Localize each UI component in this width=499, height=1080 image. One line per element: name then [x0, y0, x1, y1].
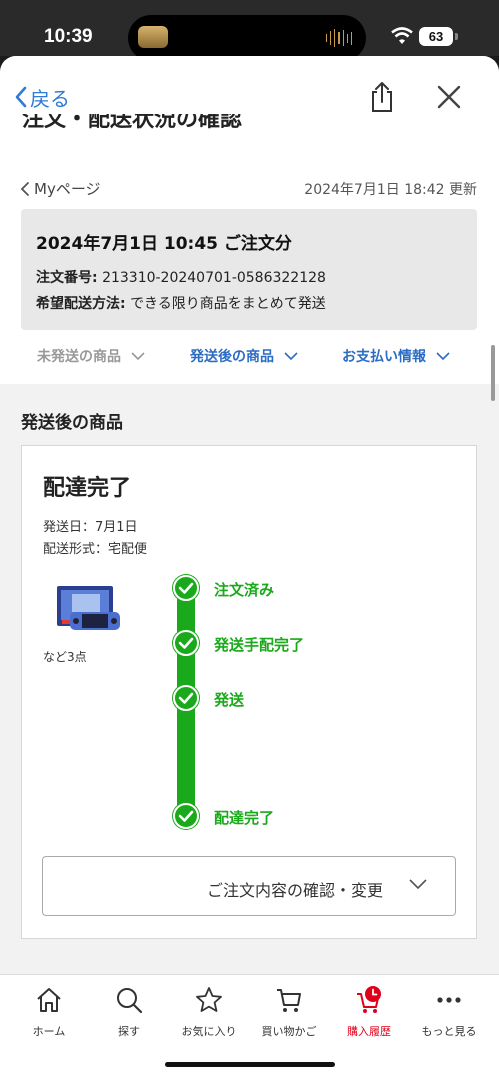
status-bar: 10:39 63 [0, 0, 499, 61]
tab-unshipped[interactable]: 未発送の商品 [37, 346, 145, 366]
tabbar-search[interactable]: 探す [89, 985, 169, 1039]
order-number-label: 注文番号: [36, 270, 98, 286]
scrollbar-thumb[interactable] [491, 345, 495, 401]
tabbar-favorites-label: お気に入り [181, 1025, 237, 1038]
tab-unshipped-label: 未発送の商品 [37, 349, 121, 365]
share-icon[interactable] [368, 80, 396, 114]
dynamic-island [128, 15, 366, 61]
close-icon[interactable] [436, 84, 462, 110]
check-icon [172, 629, 200, 657]
tab-payment[interactable]: お支払い情報 [342, 346, 450, 366]
tabbar-home[interactable]: ホーム [9, 985, 89, 1039]
top-bar: 戻る 注文・配送状況の確認 [0, 56, 499, 158]
check-icon [172, 574, 200, 602]
order-confirm-button[interactable]: ご注文内容の確認・変更 [42, 856, 456, 916]
timeline-step-ordered: 注文済み [214, 581, 275, 599]
section-title: 発送後の商品 [21, 413, 123, 433]
breadcrumb-mypage-link[interactable]: Myページ [20, 178, 101, 199]
delivery-status: 配達完了 [43, 476, 132, 501]
ship-date: 発送日：7月1日 [43, 520, 138, 535]
chevron-down-icon [436, 351, 450, 360]
tabbar-home-label: ホーム [32, 1025, 66, 1038]
timeline-step-delivered: 配達完了 [214, 809, 275, 827]
tabbar-search-label: 探す [118, 1025, 140, 1038]
tab-shipped-label: 発送後の商品 [190, 349, 274, 365]
tabbar-favorites[interactable]: お気に入り [169, 985, 249, 1039]
order-number-row: 注文番号: 213310-20240701-0586322128 [36, 267, 326, 287]
back-button[interactable]: 戻る [14, 82, 70, 112]
updated-timestamp: 2024年7月1日 18:42 更新 [304, 182, 477, 198]
tabbar-cart-label: 買い物かご [261, 1025, 317, 1038]
more-icon [437, 997, 461, 1003]
breadcrumb-label: Myページ [34, 180, 101, 198]
product-thumbnail[interactable] [52, 584, 122, 634]
check-icon [172, 684, 200, 712]
order-summary-section: 2024年7月1日 10:45 ご注文分 注文番号: 213310-202407… [0, 209, 499, 384]
chevron-down-icon [409, 879, 427, 890]
home-icon [37, 988, 61, 1012]
tabbar-more[interactable]: もっと見る [409, 985, 489, 1039]
status-time: 10:39 [44, 26, 93, 47]
tabbar-history[interactable]: 購入履歴 [329, 985, 409, 1039]
sheet: 戻る 注文・配送状況の確認 Myページ 2024年7月1日 18:42 更新 2… [0, 56, 499, 1080]
wifi-icon [391, 27, 413, 44]
island-activity-icon [138, 26, 168, 48]
section-tabs: 未発送の商品 発送後の商品 お支払い情報 [0, 336, 499, 376]
shipping-method-value: できる限り商品をまとめて発送 [130, 296, 326, 312]
cart-icon [277, 989, 301, 1012]
shipping-method-label: 希望配送方法: [36, 296, 126, 312]
breadcrumb-row: Myページ 2024年7月1日 18:42 更新 [0, 158, 499, 216]
ship-method: 配送形式：宅配便 [43, 542, 148, 557]
chevron-left-icon [20, 181, 29, 196]
battery-cap [455, 33, 458, 40]
chevron-down-icon [284, 351, 298, 360]
battery-icon: 63 [419, 27, 453, 46]
shipment-card: 配達完了 発送日：7月1日 配送形式：宅配便 など3点 注文済み 発送手配完了 [21, 445, 477, 939]
check-icon [172, 802, 200, 830]
tab-shipped[interactable]: 発送後の商品 [190, 346, 298, 366]
tabbar-cart[interactable]: 買い物かご [249, 985, 329, 1039]
back-label: 戻る [30, 88, 70, 111]
home-indicator[interactable] [165, 1062, 335, 1067]
star-icon [196, 987, 222, 1012]
timeline-step-shipped: 発送 [214, 691, 245, 709]
order-date-title: 2024年7月1日 10:45 ご注文分 [36, 234, 292, 254]
delivery-timeline: 注文済み 発送手配完了 発送 配達完了 [172, 574, 452, 834]
order-confirm-label: ご注文内容の確認・変更 [206, 881, 383, 900]
chevron-left-icon [15, 86, 27, 108]
tabbar-more-label: もっと見る [421, 1025, 477, 1038]
search-icon [117, 988, 143, 1014]
history-cart-icon [357, 986, 381, 1013]
chevron-down-icon [131, 351, 145, 360]
tab-payment-label: お支払い情報 [342, 349, 426, 365]
shipping-method-row: 希望配送方法: できる限り商品をまとめて発送 [36, 293, 326, 313]
product-more-count: など3点 [43, 650, 87, 664]
order-number-value: 213310-20240701-0586322128 [102, 270, 326, 286]
timeline-step-arranged: 発送手配完了 [214, 636, 305, 654]
audio-wave-icon [326, 29, 352, 47]
page-title: 注文・配送状況の確認 [22, 114, 243, 132]
tabbar-history-label: 購入履歴 [347, 1025, 391, 1038]
order-summary-box: 2024年7月1日 10:45 ご注文分 注文番号: 213310-202407… [21, 209, 477, 330]
